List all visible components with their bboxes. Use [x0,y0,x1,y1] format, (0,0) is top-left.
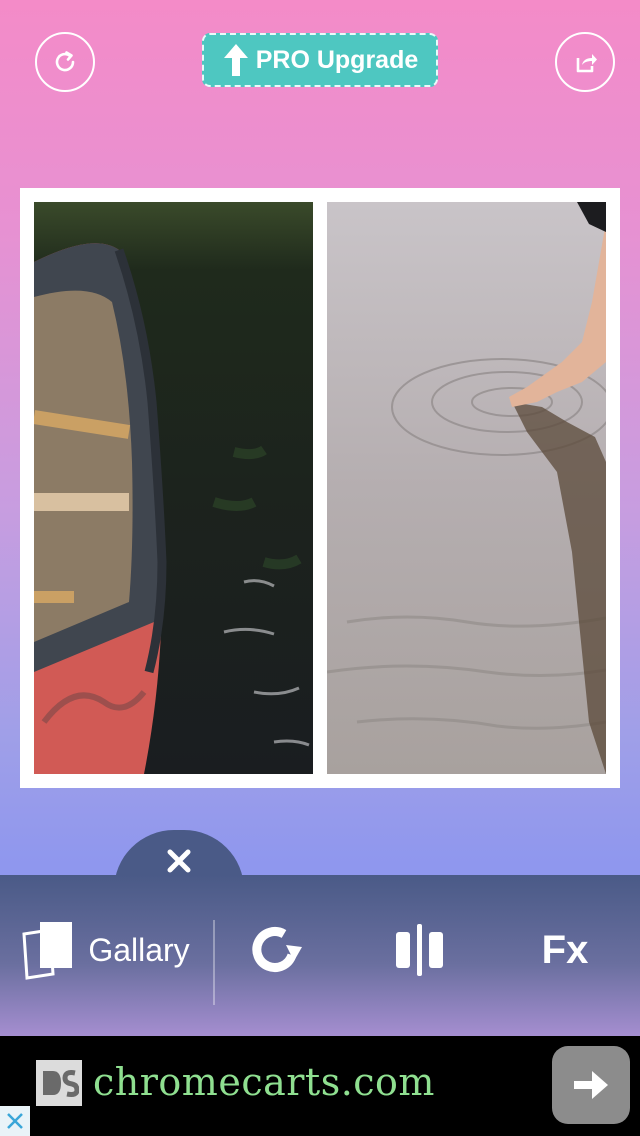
bottom-toolbar: Gallary Fx [0,875,640,1036]
rotate-button[interactable] [235,875,315,1025]
split-layout-button[interactable] [380,875,460,1025]
collage-frame [20,188,620,788]
canoe-photo [34,202,313,774]
arrow-right-icon [574,1071,608,1099]
ad-logo [36,1060,82,1106]
arrow-up-icon [223,44,248,76]
close-icon [7,1113,23,1129]
refresh-button[interactable] [35,32,95,92]
gallery-icon [22,922,73,980]
ad-banner[interactable]: chromecarts.com [0,1036,640,1136]
ad-open-button[interactable] [552,1046,630,1124]
collage-cell-left[interactable] [34,202,313,774]
share-icon [576,54,597,73]
rotate-icon [252,927,302,972]
share-button[interactable] [555,32,615,92]
toolbar-divider [213,920,215,1005]
ad-close-button[interactable] [0,1106,30,1136]
gallery-button[interactable]: Gallary [0,875,210,1025]
pro-upgrade-label: PRO Upgrade [255,45,419,74]
collage-cell-right[interactable] [327,202,606,774]
ad-text: chromecarts.com [93,1060,435,1104]
pro-upgrade-button[interactable]: PRO Upgrade [202,33,438,87]
water-hand-photo [327,202,606,774]
close-icon [167,849,191,873]
gallery-label: Gallary [88,931,190,968]
split-layout-icon [396,924,443,976]
fx-button[interactable]: Fx [520,875,610,1025]
logo-icon [43,1070,79,1097]
refresh-icon [55,51,75,72]
